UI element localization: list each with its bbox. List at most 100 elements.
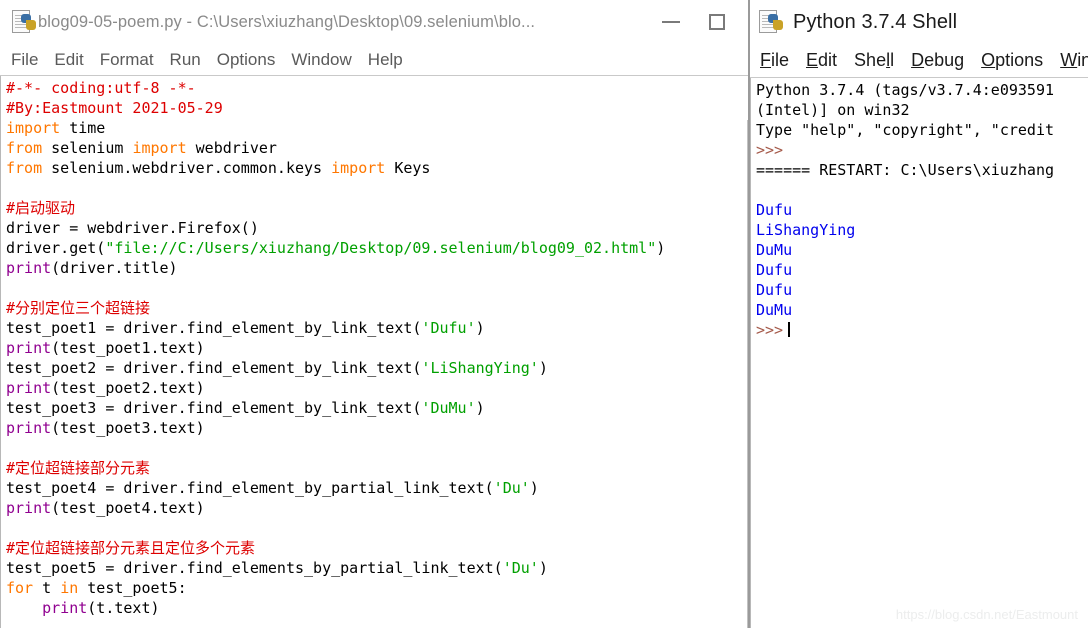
code-token: print bbox=[6, 379, 52, 397]
maximize-button[interactable] bbox=[694, 0, 740, 44]
shell-menu-item-shell[interactable]: Shell bbox=[854, 50, 894, 71]
code-line: test_poet5 = driver.find_elements_by_par… bbox=[6, 558, 665, 578]
editor-titlebar[interactable]: blog09-05-poem.py - C:\Users\xiuzhang\De… bbox=[0, 0, 748, 44]
code-token: "file://C:/Users/xiuzhang/Desktop/09.sel… bbox=[105, 239, 657, 257]
code-line: test_poet1 = driver.find_element_by_link… bbox=[6, 318, 665, 338]
shell-menu-item-file[interactable]: File bbox=[760, 50, 789, 71]
code-token: in bbox=[60, 579, 79, 597]
code-line: print(driver.title) bbox=[6, 258, 665, 278]
code-token: ) bbox=[475, 399, 485, 417]
code-token: selenium bbox=[42, 139, 133, 157]
code-line: import time bbox=[6, 118, 665, 138]
code-token: 'Dufu' bbox=[421, 319, 476, 337]
shell-line: ====== RESTART: C:\Users\xiuzhang bbox=[756, 160, 1088, 180]
shell-line: (Intel)] on win32 bbox=[756, 100, 1088, 120]
code-token: (test_poet1.text) bbox=[51, 339, 205, 357]
menu-item-window[interactable]: Window bbox=[291, 50, 362, 70]
code-token: driver.get( bbox=[6, 239, 106, 257]
shell-token: Dufu bbox=[756, 201, 793, 219]
code-line: #By:Eastmount 2021-05-29 bbox=[6, 98, 665, 118]
menu-item-format[interactable]: Format bbox=[100, 50, 165, 70]
code-line: test_poet3 = driver.find_element_by_link… bbox=[6, 398, 665, 418]
shell-menu-item-options[interactable]: Options bbox=[981, 50, 1043, 71]
code-token: 'DuMu' bbox=[421, 399, 476, 417]
code-token: print bbox=[6, 259, 52, 277]
code-line: driver.get("file://C:/Users/xiuzhang/Des… bbox=[6, 238, 665, 258]
shell-menu-item-debug[interactable]: Debug bbox=[911, 50, 964, 71]
code-token: test_poet5: bbox=[78, 579, 187, 597]
shell-line: >>> bbox=[756, 140, 1088, 160]
code-token: time bbox=[60, 119, 106, 137]
code-line: #启动驱动 bbox=[6, 198, 665, 218]
shell-token: DuMu bbox=[756, 301, 793, 319]
code-token: test_poet5 = driver.find_elements_by_par… bbox=[6, 559, 503, 577]
code-token: import bbox=[331, 159, 386, 177]
shell-menu-item-win[interactable]: Win bbox=[1060, 50, 1088, 71]
code-token: 'Du' bbox=[493, 479, 530, 497]
window-controls bbox=[648, 0, 740, 44]
shell-token: >>> bbox=[756, 321, 784, 339]
shell-menu-item-edit[interactable]: Edit bbox=[806, 50, 837, 71]
code-token: 'Du' bbox=[502, 559, 539, 577]
code-line: print(test_poet4.text) bbox=[6, 498, 665, 518]
menu-item-options[interactable]: Options bbox=[217, 50, 287, 70]
code-line: test_poet4 = driver.find_element_by_part… bbox=[6, 478, 665, 498]
code-line: #定位超链接部分元素 bbox=[6, 458, 665, 478]
code-token: #定位超链接部分元素 bbox=[6, 459, 151, 477]
code-token: ) bbox=[656, 239, 666, 257]
code-line: print(t.text) bbox=[6, 598, 665, 618]
source-code[interactable]: #-*- coding:utf-8 -*- #By:Eastmount 2021-… bbox=[1, 78, 665, 618]
code-token: print bbox=[6, 499, 52, 517]
code-token: test_poet4 = driver.find_element_by_part… bbox=[6, 479, 494, 497]
shell-line: Dufu bbox=[756, 200, 1088, 220]
minimize-button[interactable] bbox=[648, 0, 694, 44]
menu-item-help[interactable]: Help bbox=[368, 50, 414, 70]
shell-line: Dufu bbox=[756, 280, 1088, 300]
code-line: driver = webdriver.Firefox() bbox=[6, 218, 665, 238]
code-token: print bbox=[42, 599, 88, 617]
shell-menubar: File Edit Shell Debug Options Win bbox=[750, 44, 1088, 78]
shell-token: ====== RESTART: C:\Users\xiuzhang bbox=[756, 161, 1055, 179]
code-line: #-*- coding:utf-8 -*- bbox=[6, 78, 665, 98]
code-token: (t.text) bbox=[87, 599, 160, 617]
shell-title: Python 3.7.4 Shell bbox=[793, 10, 958, 33]
code-token: ) bbox=[538, 559, 548, 577]
code-token: #定位超链接部分元素且定位多个元素 bbox=[6, 539, 256, 557]
text-cursor bbox=[788, 322, 791, 337]
python-shell-icon bbox=[759, 9, 785, 35]
shell-token: (Intel)] on win32 bbox=[756, 101, 910, 119]
editor-title: blog09-05-poem.py - C:\Users\xiuzhang\De… bbox=[38, 12, 536, 31]
idle-editor-window: blog09-05-poem.py - C:\Users\xiuzhang\De… bbox=[0, 0, 748, 628]
code-token: (driver.title) bbox=[51, 259, 178, 277]
code-token: 'LiShangYing' bbox=[421, 359, 539, 377]
shell-token: Dufu bbox=[756, 261, 793, 279]
menu-item-file[interactable]: File bbox=[11, 50, 49, 70]
code-token: t bbox=[33, 579, 61, 597]
code-token: import bbox=[132, 139, 187, 157]
shell-token: Type "help", "copyright", "credit bbox=[756, 121, 1055, 139]
menu-item-run[interactable]: Run bbox=[170, 50, 212, 70]
shell-output-area[interactable]: Python 3.7.4 (tags/v3.7.4:e093591 (Intel)… bbox=[750, 78, 1088, 628]
shell-titlebar[interactable]: Python 3.7.4 Shell bbox=[750, 0, 1088, 44]
code-token: selenium.webdriver.common.keys bbox=[42, 159, 332, 177]
code-token: #By:Eastmount 2021-05-29 bbox=[6, 99, 223, 117]
menu-item-edit[interactable]: Edit bbox=[54, 50, 94, 70]
code-line: from selenium.webdriver.common.keys impo… bbox=[6, 158, 665, 178]
code-token: #分别定位三个超链接 bbox=[6, 299, 151, 317]
shell-text[interactable]: Python 3.7.4 (tags/v3.7.4:e093591 (Intel)… bbox=[756, 80, 1088, 340]
shell-token: DuMu bbox=[756, 241, 793, 259]
code-token: Keys bbox=[385, 159, 431, 177]
shell-line: Dufu bbox=[756, 260, 1088, 280]
code-line: print(test_poet2.text) bbox=[6, 378, 665, 398]
code-token: #-*- coding:utf-8 -*- bbox=[6, 79, 196, 97]
editor-text-area[interactable]: #-*- coding:utf-8 -*- #By:Eastmount 2021-… bbox=[0, 76, 748, 628]
python-file-icon bbox=[12, 9, 38, 35]
code-token: ) bbox=[538, 359, 548, 377]
code-line: print(test_poet3.text) bbox=[6, 418, 665, 438]
editor-menubar: File Edit Format Run Options Window Help bbox=[0, 44, 748, 76]
